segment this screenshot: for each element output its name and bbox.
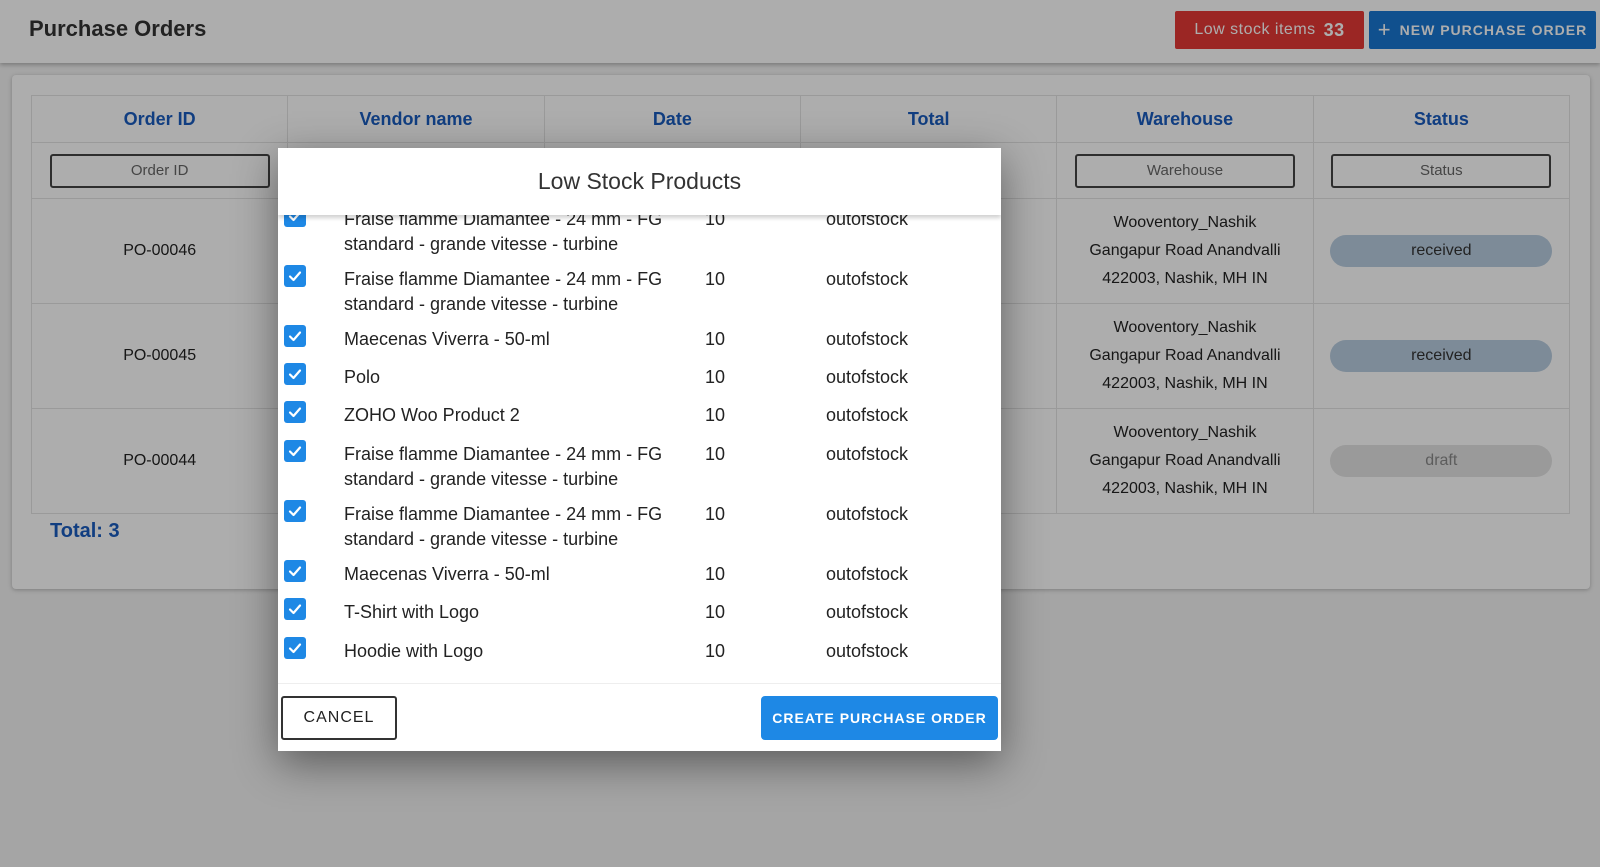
create-purchase-order-button[interactable]: CREATE PURCHASE ORDER [761,696,998,740]
product-checkbox[interactable] [284,265,306,287]
product-stock-status: outofstock [826,602,909,622]
product-stock-status: outofstock [826,405,909,425]
product-stock-status: outofstock [826,329,909,349]
checkmark-icon [288,215,300,222]
product-checkbox[interactable] [284,560,306,582]
product-name: T-Shirt with Logo [344,600,689,625]
checkmark-icon [288,643,302,654]
product-name-line: standard - grande vitesse - turbine [344,294,619,314]
product-quantity: 10 [705,367,726,387]
product-quantity: 10 [705,602,726,622]
product-name-line: standard - grande vitesse - turbine [344,529,619,549]
product-quantity: 10 [705,215,726,229]
product-name: Polo [344,365,689,390]
checkmark-icon [288,446,302,457]
product-checkbox[interactable] [284,215,306,227]
product-name: Hoodie with Logo [344,639,689,664]
product-name: ZOHO Woo Product 2 [344,403,689,428]
product-quantity: 10 [705,329,726,349]
product-checkbox[interactable] [284,325,306,347]
product-name: Maecenas Viverra - 50-ml [344,562,689,587]
product-name: Fraise flamme Diamantee - 24 mm - FG stan… [344,267,689,317]
product-name-line: standard - grande vitesse - turbine [344,469,619,489]
product-name-line: Hoodie with Logo [344,641,484,661]
product-name-line: Fraise flamme Diamantee - 24 mm - FG [344,444,663,464]
checkmark-icon [288,271,302,282]
product-stock-status: outofstock [826,367,909,387]
product-stock-status: outofstock [826,564,909,584]
product-checkbox[interactable] [284,500,306,522]
product-stock-status: outofstock [826,269,909,289]
product-name: Maecenas Viverra - 50-ml [344,327,689,352]
checkmark-icon [288,506,302,517]
product-quantity: 10 [705,641,726,661]
product-name-line: Fraise flamme Diamantee - 24 mm - FG [344,215,663,229]
product-name-line: T-Shirt with Logo [344,602,480,622]
product-name: Fraise flamme Diamantee - 24 mm - FG stan… [344,502,689,552]
product-stock-status: outofstock [826,444,909,464]
cancel-button[interactable]: CANCEL [281,696,397,740]
checkmark-icon [288,566,302,577]
product-stock-status: outofstock [826,215,909,229]
product-stock-status: outofstock [826,504,909,524]
product-checkbox[interactable] [284,363,306,385]
product-checkbox[interactable] [284,598,306,620]
product-name-line: standard - grande vitesse - turbine [344,234,619,254]
product-stock-status: outofstock [826,641,909,661]
product-name-line: ZOHO Woo Product 2 [344,405,520,425]
product-checkbox[interactable] [284,637,306,659]
product-quantity: 10 [705,504,726,524]
product-quantity: 10 [705,564,726,584]
product-name-line: Maecenas Viverra - 50-ml [344,564,550,584]
product-checkbox[interactable] [284,401,306,423]
low-stock-dialog: Low Stock Products Fraise flamme Diamant… [278,148,1001,751]
checkmark-icon [288,369,302,380]
product-name-line: Maecenas Viverra - 50-ml [344,329,550,349]
dialog-title: Low Stock Products [278,148,1001,215]
product-checkbox[interactable] [284,440,306,462]
product-name-line: Polo [344,367,381,387]
product-name-line: Fraise flamme Diamantee - 24 mm - FG [344,504,663,524]
checkmark-icon [288,407,302,418]
product-quantity: 10 [705,444,726,464]
product-name: Fraise flamme Diamantee - 24 mm - FG stan… [344,442,689,492]
checkmark-icon [288,331,302,342]
dialog-footer: CANCEL CREATE PURCHASE ORDER [278,683,1001,751]
checkmark-icon [288,604,302,615]
product-name-line: Fraise flamme Diamantee - 24 mm - FG [344,269,663,289]
product-name: Fraise flamme Diamantee - 24 mm - FG stan… [344,215,689,257]
product-quantity: 10 [705,405,726,425]
product-list[interactable]: Fraise flamme Diamantee - 24 mm - FG stan… [278,215,1001,683]
product-quantity: 10 [705,269,726,289]
